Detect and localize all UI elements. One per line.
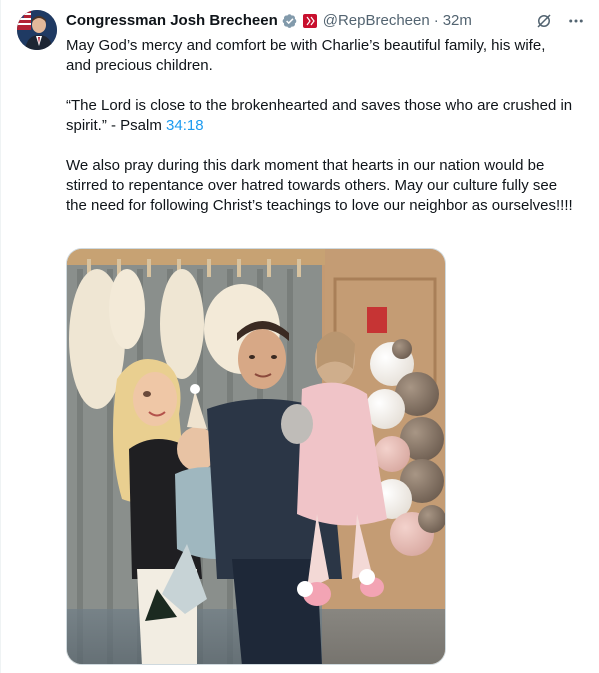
verified-badge-icon[interactable]	[281, 12, 299, 30]
tweet-paragraph: “The Lord is close to the brokenhearted …	[66, 96, 574, 136]
grok-icon[interactable]	[535, 12, 553, 30]
tweet-content: Congressman Josh Brecheen @RepBrecheen ·…	[66, 10, 585, 216]
avatar[interactable]	[17, 10, 57, 50]
timestamp[interactable]: 32m	[443, 11, 472, 31]
tweet-header: Congressman Josh Brecheen @RepBrecheen ·…	[66, 10, 585, 32]
avatar-image	[17, 10, 57, 50]
family-photo	[67, 249, 445, 664]
tweet-card[interactable]: Congressman Josh Brecheen @RepBrecheen ·…	[0, 0, 599, 673]
tweet-photo[interactable]	[66, 248, 446, 665]
flag-badge-icon[interactable]	[302, 14, 317, 28]
more-icon[interactable]	[567, 12, 585, 30]
header-actions	[535, 12, 585, 30]
quote-text: “The Lord is close to the brokenhearted …	[66, 97, 573, 134]
separator-dot: ·	[433, 12, 439, 29]
tweet-text: May God’s mercy and comfort be with Char…	[66, 36, 574, 216]
display-name[interactable]: Congressman Josh Brecheen	[66, 11, 278, 31]
tweet-paragraph: May God’s mercy and comfort be with Char…	[66, 37, 546, 74]
tweet-paragraph: We also pray during this dark moment tha…	[66, 157, 573, 214]
author-handle[interactable]: @RepBrecheen	[323, 11, 430, 31]
scripture-link[interactable]: 34:18	[166, 117, 204, 134]
